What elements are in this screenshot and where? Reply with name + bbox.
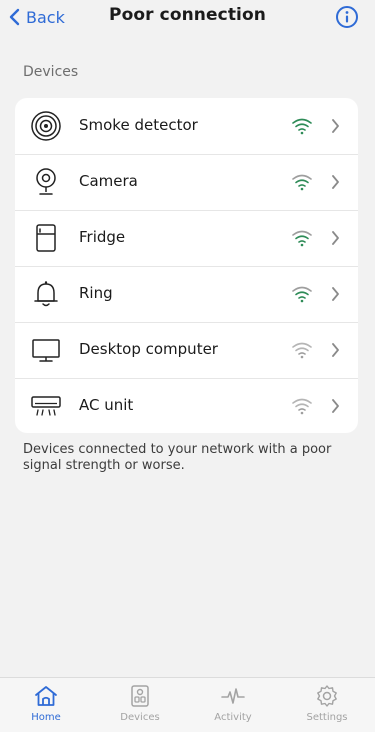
device-row-fridge[interactable]: Fridge [15,210,358,266]
activity-icon [221,688,245,704]
info-button[interactable] [335,5,359,29]
wifi-signal-icon [292,398,312,415]
device-row-smoke-detector[interactable]: Smoke detector [15,98,358,154]
tab-label: Settings [306,712,348,723]
device-label: AC unit [79,396,134,414]
camera-icon [30,166,62,198]
ac-unit-icon [30,390,62,422]
footnote: Devices connected to your network with a… [23,442,332,473]
wifi-signal-icon [292,174,312,191]
chevron-right-icon [332,175,339,189]
device-label: Camera [79,172,138,190]
wifi-signal-icon [292,230,312,247]
home-icon [35,686,57,706]
top-bar: Back Poor connection [0,0,375,34]
chevron-right-icon [332,399,339,413]
tab-bar: Home Devices Activity Settings [0,677,375,732]
fridge-icon [30,222,62,254]
devices-icon [131,685,149,707]
tab-activity[interactable]: Activity [198,684,268,730]
tab-label: Home [31,712,61,723]
device-row-camera[interactable]: Camera [15,154,358,210]
chevron-right-icon [332,119,339,133]
chevron-right-icon [332,231,339,245]
info-icon [336,6,358,28]
tab-devices[interactable]: Devices [105,684,175,730]
device-label: Ring [79,284,113,302]
tab-home[interactable]: Home [11,684,81,730]
device-label: Smoke detector [79,116,198,134]
device-label: Fridge [79,228,126,246]
tab-settings[interactable]: Settings [292,684,362,730]
device-label: Desktop computer [79,340,218,358]
bell-icon [30,278,62,310]
settings-icon [317,685,337,707]
device-row-desktop-computer[interactable]: Desktop computer [15,322,358,378]
wifi-signal-icon [292,286,312,303]
wifi-signal-icon [292,342,312,359]
page-title: Poor connection [109,5,266,25]
tab-label: Activity [214,712,252,723]
device-list: Smoke detector Camera Fridge Ring Deskto… [15,98,358,433]
wifi-signal-icon [292,118,312,135]
device-row-ac-unit[interactable]: AC unit [15,378,358,433]
section-label: Devices [23,64,79,80]
monitor-icon [30,334,62,366]
chevron-right-icon [332,287,339,301]
smoke-detector-icon [30,110,62,142]
chevron-right-icon [332,343,339,357]
device-row-ring[interactable]: Ring [15,266,358,322]
tab-label: Devices [120,712,160,723]
